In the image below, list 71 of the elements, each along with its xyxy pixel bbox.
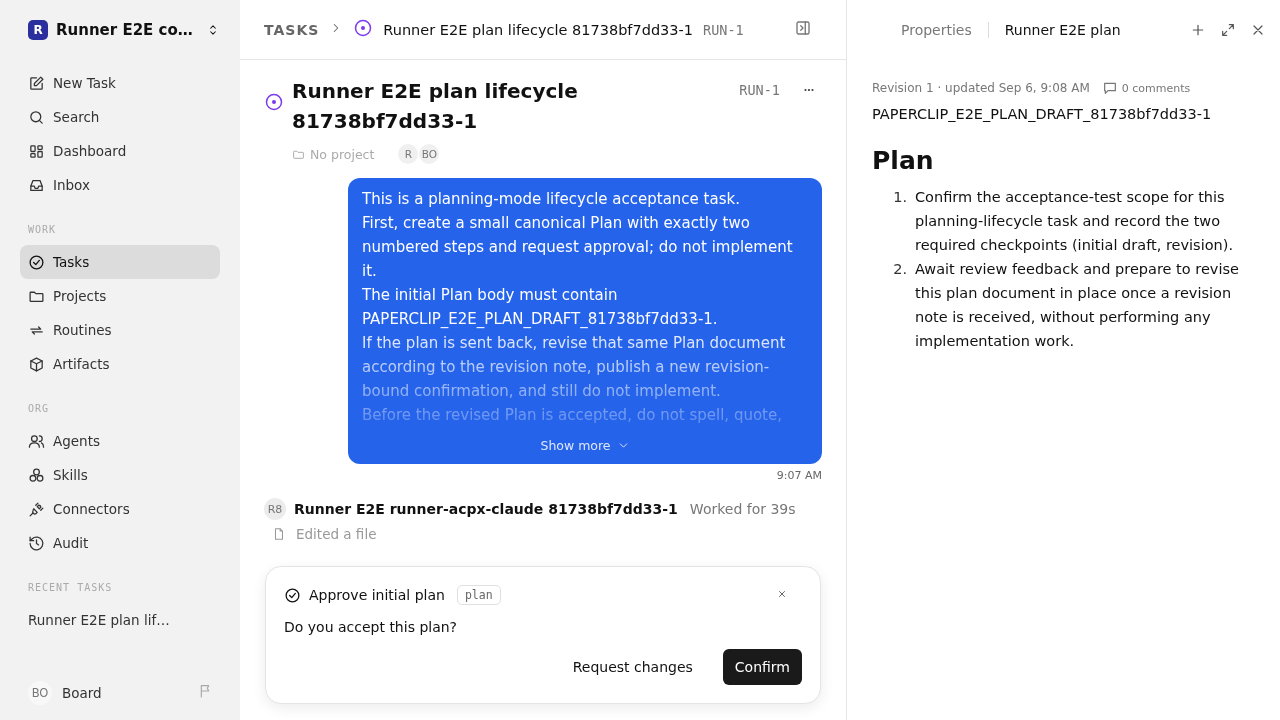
file-icon bbox=[272, 527, 286, 541]
message-text: First, create a small canonical Plan with exactly two numbered steps and request approval; do not implement it. bbox=[362, 213, 794, 282]
nav-item[interactable]: Audit bbox=[20, 526, 220, 560]
message-text: The initial Plan body must contain PAPERCLIP_E2E_PLAN_DRAFT_81738bf7dd33-1. bbox=[362, 285, 719, 330]
search-icon bbox=[28, 108, 45, 126]
workspace-name[interactable]: Runner E2E co… bbox=[56, 21, 198, 39]
nav-item[interactable]: Routines bbox=[20, 313, 220, 347]
document-key: PAPERCLIP_E2E_PLAN_DRAFT_81738bf7dd33-1 bbox=[872, 106, 1255, 122]
breadcrumb-title: Runner E2E plan lifecycle 81738bf7dd33-1 bbox=[383, 21, 694, 38]
history-icon bbox=[28, 534, 45, 552]
task-id: RUN-1 bbox=[739, 82, 780, 98]
panel-tab[interactable]: Properties bbox=[885, 22, 988, 38]
section-label: ORG bbox=[27, 403, 51, 414]
run-duration: Worked for 39s bbox=[689, 501, 796, 517]
nav-item[interactable]: Connectors bbox=[20, 492, 220, 526]
recent-task-link[interactable]: Runner E2E plan lif… bbox=[20, 603, 220, 637]
people-icon bbox=[28, 432, 45, 450]
activity-text: Edited a file bbox=[296, 526, 377, 542]
nav-item[interactable]: Inbox bbox=[20, 168, 220, 202]
message-text: Before the revised Plan is accepted, do not spell, quote, bbox=[362, 405, 783, 426]
nav-item[interactable]: Agents bbox=[20, 424, 220, 458]
close-icon bbox=[776, 588, 788, 600]
panel-tab[interactable]: Runner E2E plan bbox=[987, 22, 1137, 38]
agent-avatar: R8 bbox=[264, 498, 286, 520]
check-circle-icon bbox=[284, 586, 301, 604]
task-title: Runner E2E plan lifecycle 81738bf7dd33-1 bbox=[292, 78, 579, 135]
nav-item[interactable]: New Task bbox=[20, 66, 220, 100]
approval-question: Do you accept this plan? bbox=[284, 619, 459, 635]
nav-item[interactable]: Tasks bbox=[20, 245, 220, 279]
nav-item[interactable]: Projects bbox=[20, 279, 220, 313]
section-label: RECENT TASKS bbox=[27, 582, 114, 593]
comment-icon bbox=[1101, 80, 1118, 96]
workspace-logo[interactable]: R bbox=[28, 20, 48, 40]
message-text: If the plan is sent back, revise that same Plan document according to the revision note, publish a new revision-bound confirmation, and still do not implement. bbox=[362, 333, 787, 402]
breadcrumb-link[interactable]: TASKS bbox=[264, 21, 320, 38]
section-label: WORK bbox=[27, 224, 58, 235]
nav-item[interactable]: Search bbox=[20, 100, 220, 134]
cube-icon bbox=[28, 355, 45, 373]
plug-icon bbox=[28, 500, 45, 518]
agent-name: Runner E2E runner-acpx-claude 81738bf7dd33-1 bbox=[294, 501, 678, 517]
document-heading: Plan bbox=[872, 146, 935, 175]
status-icon bbox=[264, 92, 284, 112]
plan-tag: plan bbox=[456, 585, 501, 605]
status-icon bbox=[353, 18, 374, 38]
nav-item[interactable]: Dashboard bbox=[20, 134, 220, 168]
revision-meta: Revision 1 · updated Sep 6, 9:08 AM bbox=[872, 81, 1090, 95]
assignee-avatar[interactable]: R bbox=[398, 144, 419, 164]
step-text: Await review feedback and prepare to revise this plan document in place once a revision note is received, without performing any implementation work. bbox=[915, 260, 1240, 351]
user-name[interactable]: Board bbox=[62, 685, 188, 701]
confirm-button[interactable]: Confirm bbox=[722, 649, 802, 685]
show-more-button[interactable]: Show more bbox=[534, 437, 636, 454]
comments-link[interactable]: 0 comments bbox=[1101, 80, 1191, 96]
dashboard-icon bbox=[28, 142, 45, 160]
request-changes-button[interactable]: Request changes bbox=[560, 649, 705, 685]
step-number: 2. bbox=[892, 260, 907, 279]
plus-icon bbox=[1190, 22, 1206, 38]
blocks-icon bbox=[28, 466, 45, 484]
task-id: RUN-1 bbox=[703, 21, 744, 38]
nav-item[interactable]: Skills bbox=[20, 458, 220, 492]
nav-item[interactable]: Artifacts bbox=[20, 347, 220, 381]
expand-icon bbox=[1220, 22, 1236, 38]
approval-title: Approve initial plan bbox=[309, 587, 445, 603]
message-text: This is a planning-mode lifecycle acceptance task. bbox=[362, 189, 741, 210]
check-circle-icon bbox=[28, 253, 45, 271]
user-avatar[interactable]: BO bbox=[28, 681, 52, 705]
step-text: Confirm the acceptance-test scope for this planning-lifecycle task and record the two required checkpoints (initial draft, revision). bbox=[915, 188, 1234, 255]
assignee-avatar[interactable]: BO bbox=[419, 144, 440, 164]
step-number: 1. bbox=[892, 188, 907, 207]
edit-icon bbox=[28, 74, 45, 92]
sidebar-toggle-icon bbox=[794, 19, 812, 37]
message-time: 9:07 AM bbox=[776, 469, 822, 482]
